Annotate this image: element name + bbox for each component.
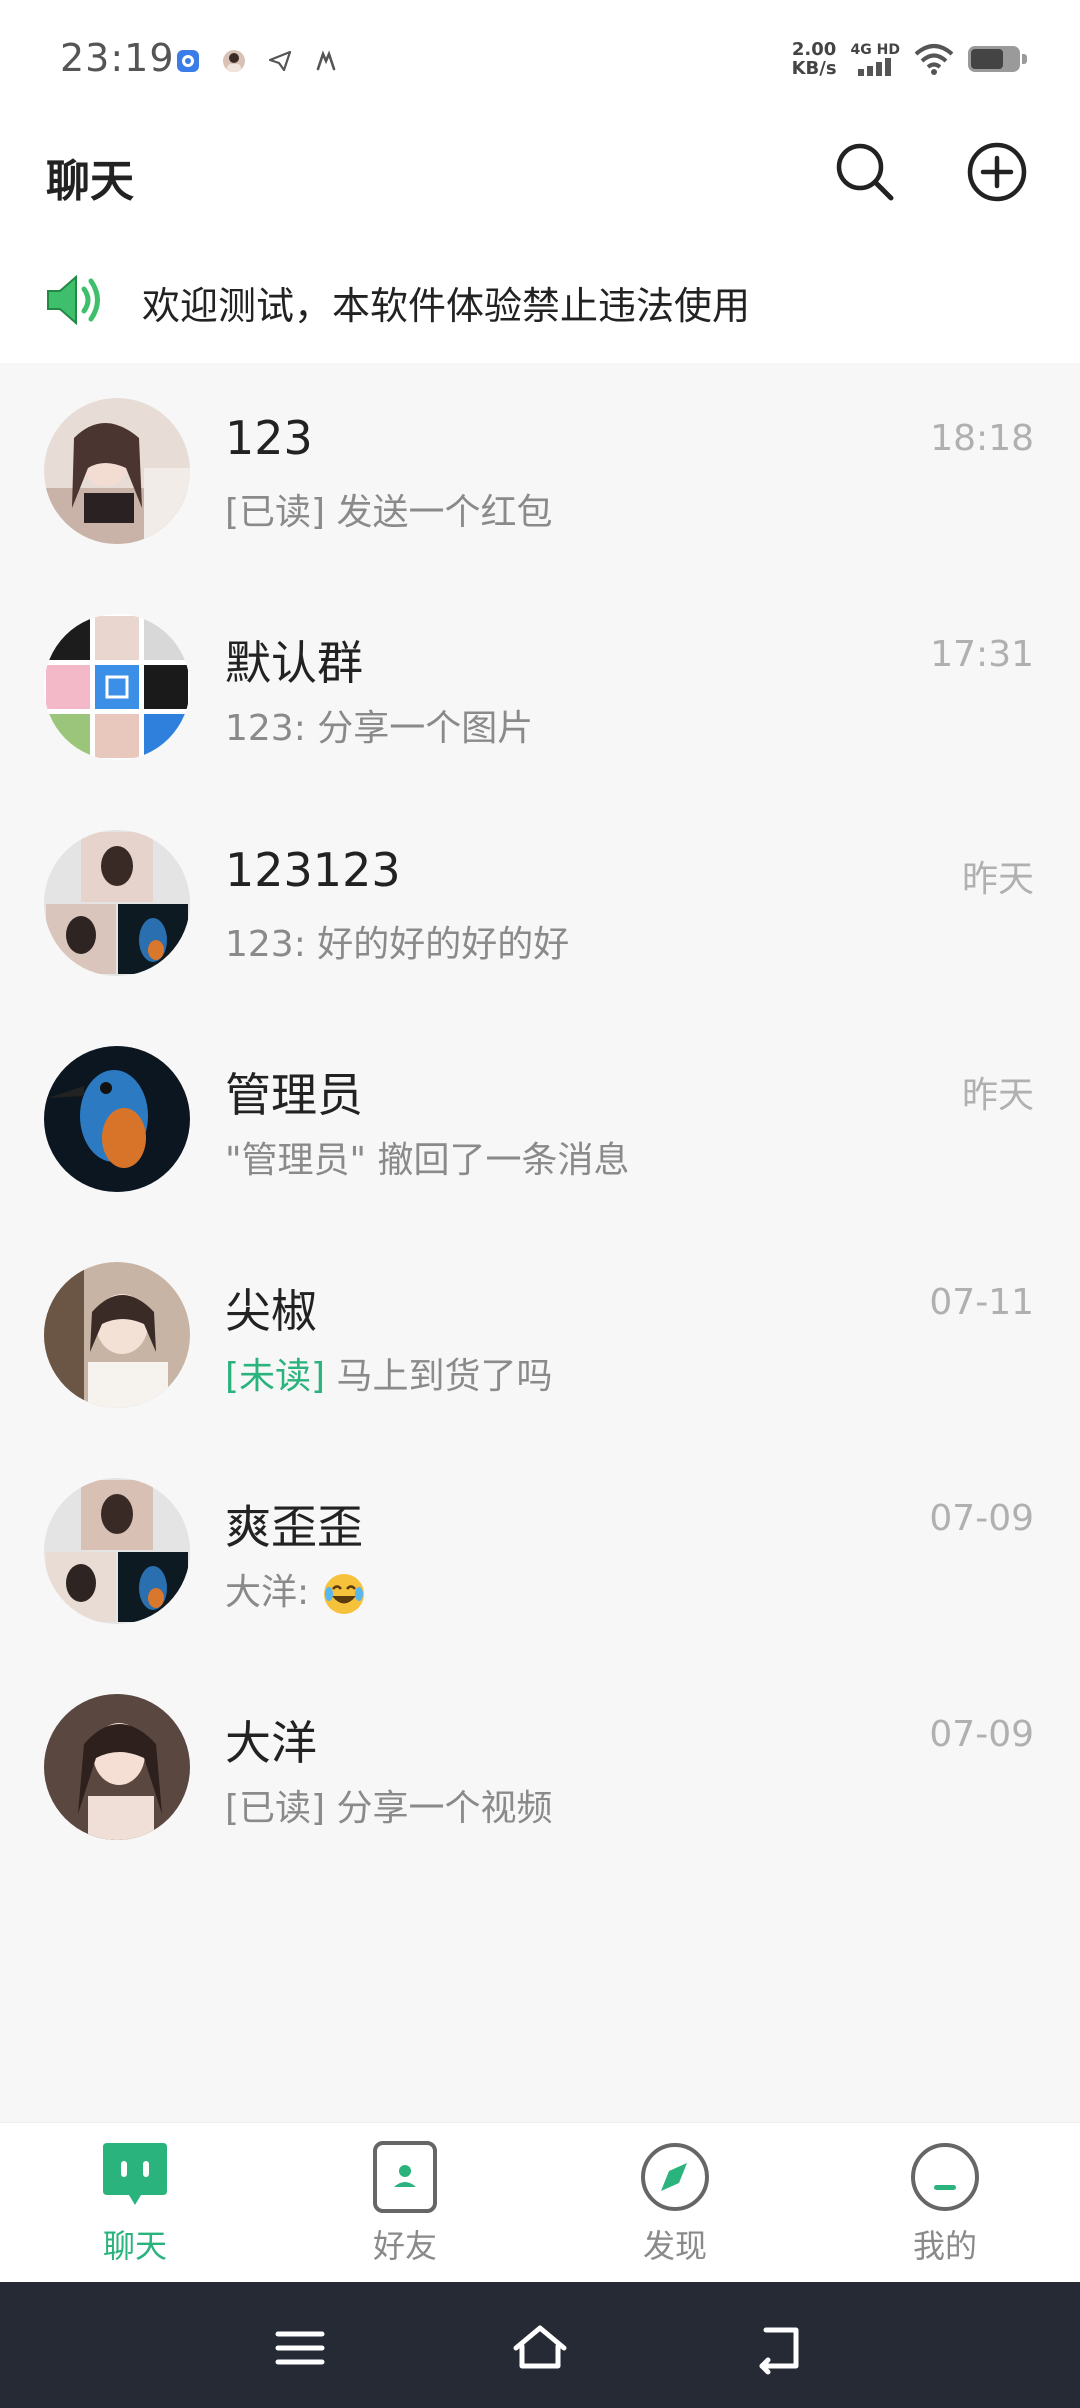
chat-row-123123[interactable]: 123123 123: 好的好的好的好 昨天 (0, 795, 1080, 1011)
chat-preview: "管理员" 撤回了一条消息 (225, 1131, 630, 1183)
system-status: 2.00 KB/s 4G HD (792, 40, 1027, 78)
status-bar: 23:19 2.00 KB/s 4G HD (0, 0, 1080, 125)
tab-chat[interactable]: 聊天 (0, 2123, 270, 2282)
contacts-icon (373, 2141, 437, 2213)
wifi-icon (914, 44, 954, 75)
tab-label: 聊天 (102, 2227, 167, 2265)
avatar (44, 1046, 190, 1192)
read-tag: [已读] (225, 492, 326, 533)
read-tag: [已读] (225, 1788, 326, 1829)
chat-time: 07-09 (929, 1498, 1034, 1539)
chat-name: 123123 (225, 843, 401, 897)
chat-icon (103, 2143, 167, 2205)
chat-row-dayang[interactable]: 大洋 [已读] 分享一个视频 07-09 (0, 1659, 1080, 1875)
chat-time: 17:31 (930, 634, 1034, 675)
chat-preview: [已读] 发送一个红包 (225, 483, 553, 535)
plus-circle-icon[interactable] (962, 137, 1032, 207)
chat-time: 18:18 (930, 418, 1034, 459)
chat-row-admin[interactable]: 管理员 "管理员" 撤回了一条消息 昨天 (0, 1011, 1080, 1227)
chat-time: 昨天 (961, 1075, 1034, 1116)
avatar-app-icon (223, 50, 245, 72)
chat-time: 07-09 (929, 1714, 1034, 1755)
menu-icon[interactable] (272, 2320, 328, 2376)
avatar (44, 1694, 190, 1840)
group-avatar (44, 614, 190, 760)
group-avatar (44, 1478, 190, 1624)
chat-row-jianjiao[interactable]: 尖椒 [未读] 马上到货了吗 07-11 (0, 1227, 1080, 1443)
preview-text: "管理员" 撤回了一条消息 (225, 1140, 630, 1181)
profile-icon (911, 2143, 979, 2211)
net-speed-value: 2.00 (791, 39, 837, 60)
system-nav-bar (0, 2282, 1080, 2408)
chat-preview: 大洋: (225, 1563, 367, 1617)
app-icon (316, 50, 336, 71)
tab-label: 发现 (642, 2227, 707, 2265)
preview-text: 大洋: (225, 1572, 321, 1613)
chat-preview: [已读] 分享一个视频 (225, 1779, 553, 1831)
speaker-icon (47, 274, 100, 326)
avatar (44, 1262, 190, 1408)
chat-name: 默认群 (225, 636, 363, 690)
chat-name: 123 (225, 411, 313, 465)
chat-time: 07-11 (929, 1282, 1034, 1323)
chat-row-shuangwaiwai[interactable]: 爽歪歪 大洋: 07-09 (0, 1443, 1080, 1659)
chat-preview: 123: 分享一个图片 (225, 699, 533, 751)
app-header: 聊天 (0, 125, 1080, 245)
preview-text: 发送一个红包 (336, 492, 553, 533)
unread-tag: [未读] (225, 1356, 326, 1397)
preview-text: 马上到货了吗 (336, 1356, 553, 1397)
chat-row-default-group[interactable]: 默认群 123: 分享一个图片 17:31 (0, 579, 1080, 795)
chat-name: 大洋 (225, 1716, 317, 1770)
tab-label: 好友 (372, 2227, 437, 2265)
notification-icons (175, 48, 339, 74)
laughing-tears-emoji-icon (323, 1574, 364, 1614)
avatar (44, 398, 190, 544)
preview-text: 123: 分享一个图片 (225, 708, 534, 749)
battery-icon (968, 46, 1027, 72)
net-speed: 2.00 KB/s (792, 40, 837, 78)
compass-icon (641, 2143, 709, 2211)
signal-group: 4G HD (850, 41, 900, 76)
notice-text: 欢迎测试，本软件体验禁止违法使用 (142, 284, 751, 328)
search-icon[interactable] (830, 137, 900, 207)
tab-label: 我的 (912, 2227, 977, 2265)
chat-name: 爽歪歪 (225, 1500, 363, 1554)
chat-preview: 123: 好的好的好的好 (225, 915, 569, 967)
chat-time: 昨天 (961, 859, 1034, 900)
bottom-tab-bar: 聊天 好友 发现 我的 (0, 2122, 1080, 2282)
chat-list: 123 [已读] 发送一个红包 18:18 默认群 123: 分享一个图片 17… (0, 363, 1080, 1875)
page-title: 聊天 (46, 156, 134, 207)
chat-name: 尖椒 (225, 1284, 317, 1338)
net-speed-unit: KB/s (791, 58, 837, 79)
tab-friends[interactable]: 好友 (270, 2123, 540, 2282)
notice-banner[interactable]: 欢迎测试，本软件体验禁止违法使用 (0, 245, 1080, 363)
back-icon[interactable] (752, 2320, 808, 2376)
chat-preview: [未读] 马上到货了吗 (225, 1347, 553, 1399)
group-avatar (44, 830, 190, 976)
status-time: 23:19 (60, 36, 175, 80)
tab-discover[interactable]: 发现 (540, 2123, 810, 2282)
message-app-icon (177, 50, 199, 72)
signal-icon (858, 57, 892, 76)
preview-text: 分享一个视频 (336, 1788, 553, 1829)
preview-text: 123: 好的好的好的好 (225, 924, 570, 965)
home-icon[interactable] (512, 2320, 568, 2376)
net-type: 4G HD (850, 41, 900, 58)
chat-row-123[interactable]: 123 [已读] 发送一个红包 18:18 (0, 363, 1080, 579)
tab-profile[interactable]: 我的 (810, 2123, 1080, 2282)
send-icon (268, 50, 292, 72)
chat-name: 管理员 (225, 1068, 363, 1122)
